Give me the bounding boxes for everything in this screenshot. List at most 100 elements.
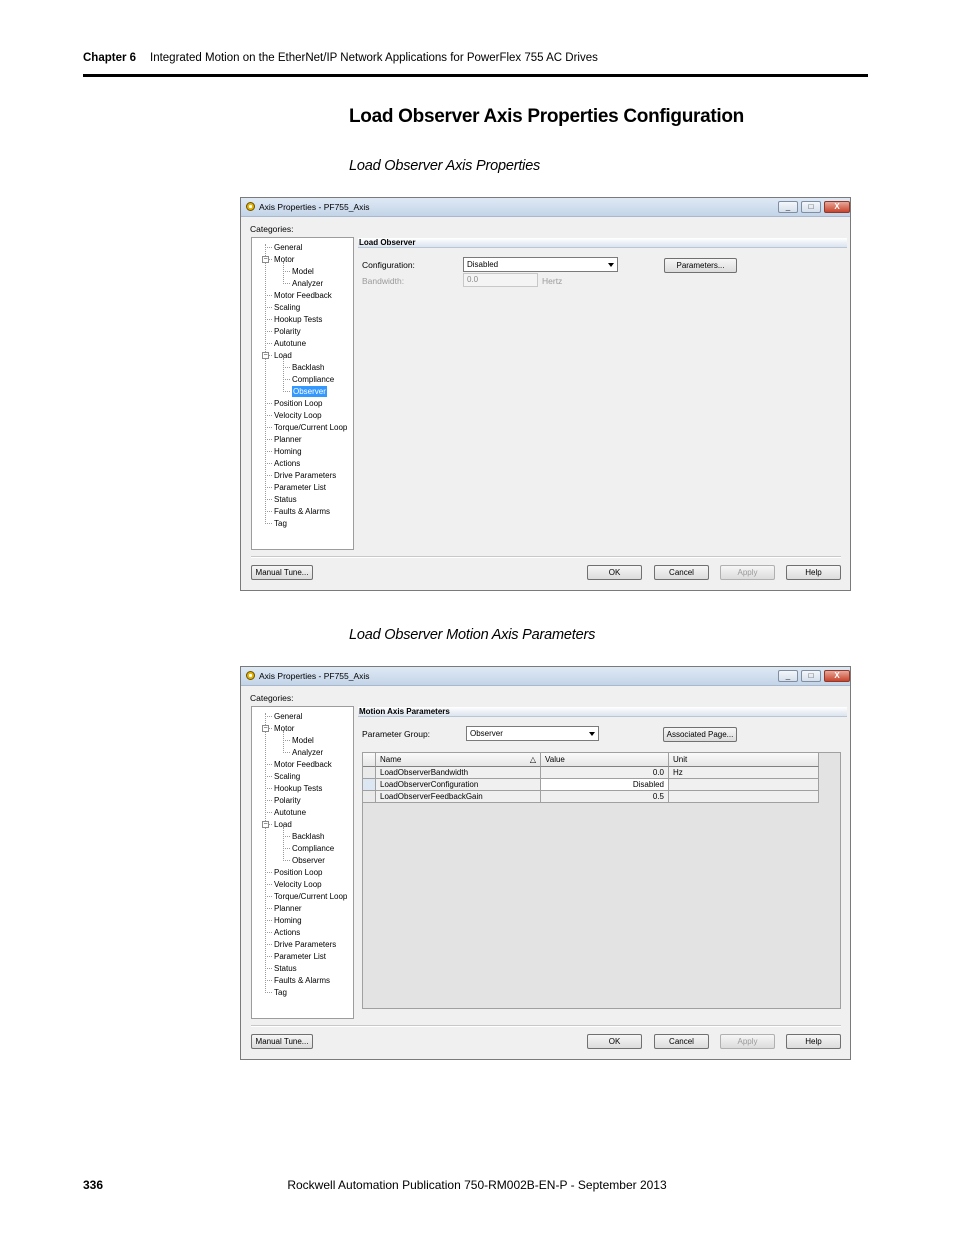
tree-item[interactable]: Load xyxy=(274,819,292,830)
tree-item[interactable]: Faults & Alarms xyxy=(274,975,330,986)
divider xyxy=(251,1025,841,1027)
tree-connector xyxy=(265,295,272,296)
tree-item[interactable]: Position Loop xyxy=(274,398,322,409)
tree-item[interactable]: Motor Feedback xyxy=(274,759,332,770)
tree-item[interactable]: Parameter List xyxy=(274,951,326,962)
tree-item[interactable]: Status xyxy=(274,494,297,505)
help-button[interactable]: Help xyxy=(786,1034,841,1049)
cancel-button[interactable]: Cancel xyxy=(654,1034,709,1049)
tree-connector xyxy=(265,415,272,416)
tree-item[interactable]: General xyxy=(274,242,302,253)
chapter-title: Integrated Motion on the EtherNet/IP Net… xyxy=(150,52,598,64)
tree-connector xyxy=(265,713,266,993)
collapse-icon[interactable]: − xyxy=(262,256,269,263)
cancel-button[interactable]: Cancel xyxy=(654,565,709,580)
tree-item[interactable]: Polarity xyxy=(274,326,301,337)
categories-tree[interactable]: General − Motor Model Analyzer Motor Feedback… xyxy=(251,237,354,550)
tree-item[interactable]: Backlash xyxy=(292,831,324,842)
tree-item[interactable]: Status xyxy=(274,963,297,974)
tree-connector xyxy=(283,379,290,380)
minimize-button[interactable]: _ xyxy=(778,201,798,213)
ok-button[interactable]: OK xyxy=(587,1034,642,1049)
collapse-icon[interactable]: − xyxy=(262,821,269,828)
tree-item[interactable]: Analyzer xyxy=(292,747,323,758)
categories-tree[interactable]: General − Motor Model Analyzer Motor Feedback… xyxy=(251,706,354,1019)
collapse-icon[interactable]: − xyxy=(262,352,269,359)
tree-item[interactable]: Compliance xyxy=(292,843,334,854)
tree-item[interactable]: Analyzer xyxy=(292,278,323,289)
parameter-group-dropdown[interactable]: Observer xyxy=(466,726,599,741)
publication-info: Rockwell Automation Publication 750-RM00… xyxy=(287,1178,667,1192)
tree-item[interactable]: Polarity xyxy=(274,795,301,806)
maximize-button[interactable]: □ xyxy=(801,670,821,682)
tree-connector xyxy=(283,391,290,392)
param-value-cell[interactable]: Disabled xyxy=(541,779,669,791)
tree-item[interactable]: Velocity Loop xyxy=(274,879,322,890)
tree-item[interactable]: Scaling xyxy=(274,771,300,782)
param-value-cell[interactable]: 0.5 xyxy=(541,791,669,803)
tree-item[interactable]: Hookup Tests xyxy=(274,783,322,794)
column-header-name[interactable]: Name △ xyxy=(376,753,541,767)
tree-item[interactable]: Backlash xyxy=(292,362,324,373)
tree-connector xyxy=(265,307,272,308)
tree-item[interactable]: Drive Parameters xyxy=(274,939,336,950)
tree-item[interactable]: Tag xyxy=(274,518,287,529)
tree-item[interactable]: Scaling xyxy=(274,302,300,313)
parameters-button[interactable]: Parameters... xyxy=(664,258,737,273)
tree-item[interactable]: General xyxy=(274,711,302,722)
tree-item[interactable]: Position Loop xyxy=(274,867,322,878)
tree-item[interactable]: Model xyxy=(292,735,314,746)
tree-item[interactable]: Drive Parameters xyxy=(274,470,336,481)
tree-connector xyxy=(265,812,272,813)
apply-button[interactable]: Apply xyxy=(720,1034,775,1049)
tree-item[interactable]: Torque/Current Loop xyxy=(274,891,347,902)
row-selector[interactable] xyxy=(363,779,376,791)
tree-item[interactable]: Homing xyxy=(274,915,302,926)
tree-item[interactable]: Compliance xyxy=(292,374,334,385)
apply-button[interactable]: Apply xyxy=(720,565,775,580)
minimize-button[interactable]: _ xyxy=(778,670,798,682)
tree-item[interactable]: Homing xyxy=(274,446,302,457)
tree-connector xyxy=(265,439,272,440)
manual-tune-button[interactable]: Manual Tune... xyxy=(251,565,313,580)
configuration-dropdown[interactable]: Disabled xyxy=(463,257,618,272)
associated-page-button[interactable]: Associated Page... xyxy=(663,727,737,742)
row-selector[interactable] xyxy=(363,791,376,803)
tree-item[interactable]: Velocity Loop xyxy=(274,410,322,421)
tree-item[interactable]: Torque/Current Loop xyxy=(274,422,347,433)
close-button[interactable]: X xyxy=(824,670,850,682)
section-header: Load Observer xyxy=(358,238,847,248)
section-title: Load Observer Axis Properties Configurat… xyxy=(349,106,744,127)
column-header-value[interactable]: Value xyxy=(541,753,669,767)
tree-item[interactable]: Motor xyxy=(274,723,294,734)
tree-item[interactable]: Faults & Alarms xyxy=(274,506,330,517)
tree-item[interactable]: Planner xyxy=(274,903,302,914)
tree-connector xyxy=(283,848,290,849)
close-button[interactable]: X xyxy=(824,201,850,213)
param-value-cell[interactable]: 0.0 xyxy=(541,767,669,779)
tree-item[interactable]: Hookup Tests xyxy=(274,314,322,325)
tree-item[interactable]: Model xyxy=(292,266,314,277)
ok-button[interactable]: OK xyxy=(587,565,642,580)
tree-item[interactable]: Observer xyxy=(292,855,325,866)
section-header: Motion Axis Parameters xyxy=(358,707,847,717)
tree-item[interactable]: Autotune xyxy=(274,338,306,349)
tree-item[interactable]: Actions xyxy=(274,927,300,938)
manual-tune-button[interactable]: Manual Tune... xyxy=(251,1034,313,1049)
bandwidth-field[interactable]: 0.0 xyxy=(463,273,538,287)
collapse-icon[interactable]: − xyxy=(262,725,269,732)
tree-item[interactable]: Motor Feedback xyxy=(274,290,332,301)
column-header-unit[interactable]: Unit xyxy=(669,753,819,767)
tree-item[interactable]: Actions xyxy=(274,458,300,469)
maximize-button[interactable]: □ xyxy=(801,201,821,213)
row-selector[interactable] xyxy=(363,767,376,779)
tree-item[interactable]: Autotune xyxy=(274,807,306,818)
help-button[interactable]: Help xyxy=(786,565,841,580)
tree-item[interactable]: Parameter List xyxy=(274,482,326,493)
tree-item[interactable]: Load xyxy=(274,350,292,361)
tree-connector xyxy=(283,731,284,753)
tree-item[interactable]: Motor xyxy=(274,254,294,265)
tree-item[interactable]: Planner xyxy=(274,434,302,445)
tree-item[interactable]: Tag xyxy=(274,987,287,998)
tree-item[interactable]: Observer xyxy=(292,386,327,397)
